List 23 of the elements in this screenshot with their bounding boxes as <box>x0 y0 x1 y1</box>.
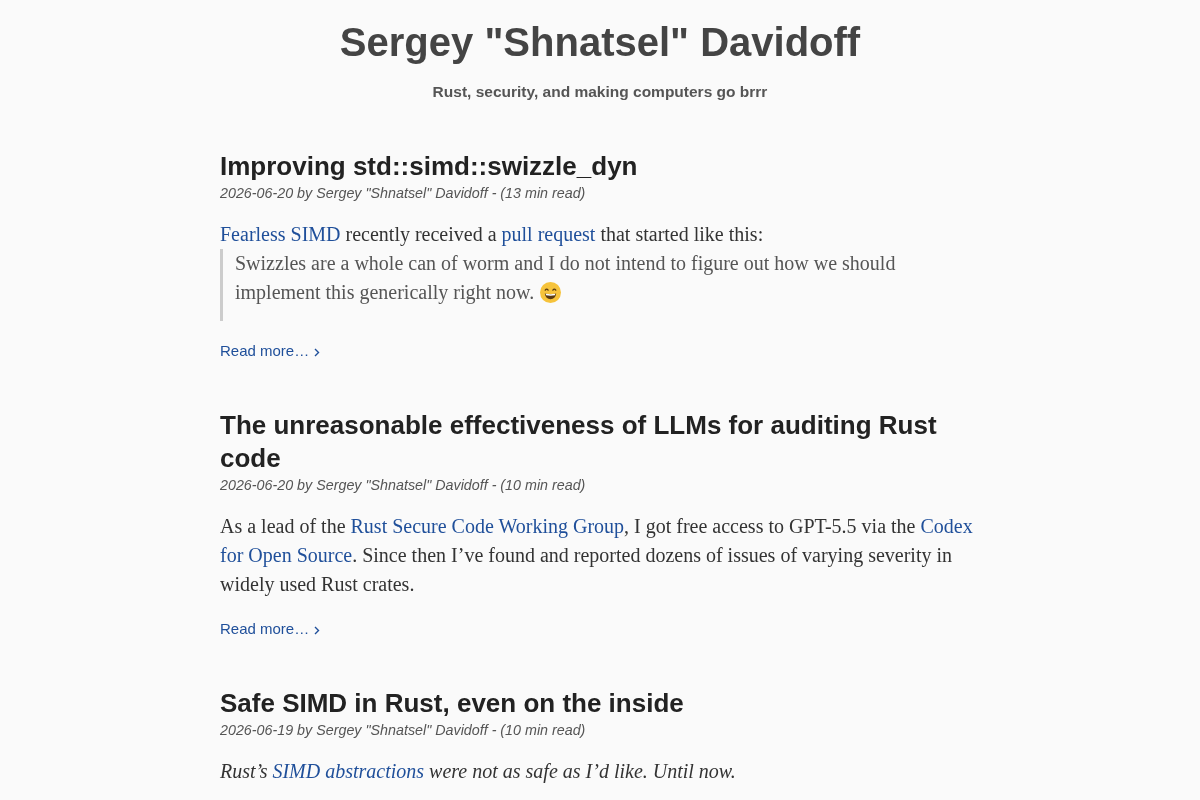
text-link[interactable]: Rust Secure Code Working Group <box>350 515 625 537</box>
site-tagline: Rust, security, and making computers go brrr <box>432 82 768 102</box>
post-excerpt: Fearless SIMD recently received a pull request that started like this: <box>220 222 764 248</box>
text-link[interactable]: Codex <box>920 515 973 537</box>
post-title: The unreasonable effectiveness of LLMs for auditing Rust code <box>220 409 938 475</box>
read-more-link[interactable]: Read more… <box>220 340 321 362</box>
read-more-link[interactable]: Read more… <box>220 618 321 640</box>
post-meta: 2026-06-20 by Sergey "Shnatsel" Davidoff - (10 min read) <box>220 476 586 495</box>
text-link[interactable]: pull request <box>501 223 596 245</box>
post-meta: 2026-06-20 by Sergey "Shnatsel" Davidoff - (13 min read) <box>220 184 586 203</box>
site-title: Sergey "Shnatsel" Davidoff <box>339 19 861 66</box>
post-title: Safe SIMD in Rust, even on the inside <box>220 687 684 720</box>
post-excerpt: As a lead of the Rust Secure Code Working Group, I got free access to GPT-5.5 via the Codex for Open Source. Since then I’ve found and reported dozens of issues of varying severity in widely used Rust crates. <box>220 514 974 598</box>
quote-text: Swizzles are a whole can of worm and I do not intend to figure out how we should <box>235 251 896 277</box>
text-link[interactable]: for Open Source <box>220 544 353 566</box>
quote-text: implement this generically right now. <box>235 280 535 306</box>
text-link[interactable]: SIMD abstractions <box>272 760 425 782</box>
post-meta: 2026-06-19 by Sergey "Shnatsel" Davidoff - (10 min read) <box>220 721 586 740</box>
chevron-right-icon <box>314 348 321 357</box>
chevron-right-icon <box>314 626 321 635</box>
text-link[interactable]: Fearless SIMD <box>220 223 341 245</box>
post-excerpt: Rust’s SIMD abstractions were not as safe as I’d like. Until now. <box>220 759 736 785</box>
post-title: Improving std::simd::swizzle_dyn <box>220 150 638 183</box>
